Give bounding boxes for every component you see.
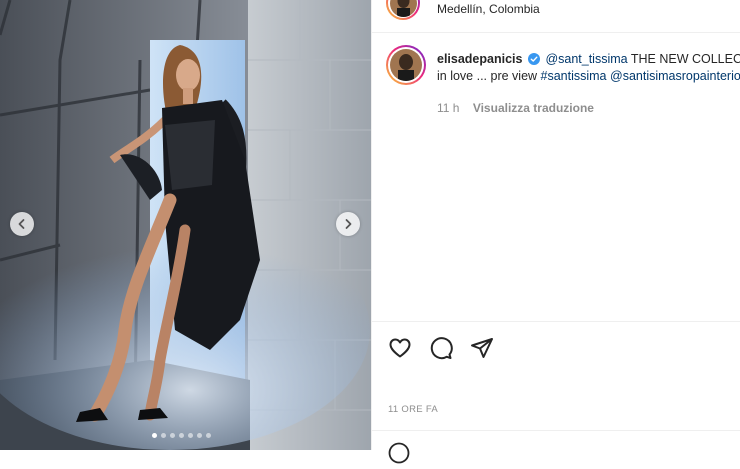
post-sidebar: Medellín, Colombia elisadepanicis @sant_… [371,0,740,464]
carousel-next-button[interactable] [336,212,360,236]
translate-button[interactable]: Visualizza traduzione [473,101,594,115]
comment-button[interactable] [429,336,453,360]
carousel-prev-button[interactable] [10,212,34,236]
chevron-right-icon [345,219,352,229]
caption-avatar[interactable] [386,45,426,85]
post-photo [0,0,371,450]
carousel-indicator [152,433,211,438]
caption-meta: 11 h Visualizza traduzione [437,101,594,115]
actions-divider [372,321,740,322]
carousel-dot [170,433,175,438]
carousel-dot [206,433,211,438]
caption-text: elisadepanicis @sant_tissima THE NEW COL… [437,51,740,85]
header-avatar[interactable] [386,0,420,20]
emoji-button[interactable] [388,442,410,469]
verified-badge-icon [527,53,540,65]
post-time-ago: 11 ORE FA [388,404,439,415]
carousel-dot [179,433,184,438]
emoji-icon [388,442,410,464]
carousel-dot [152,433,157,438]
post-actions [388,336,494,360]
paper-plane-icon [471,338,493,358]
caption-time: 11 h [437,101,460,115]
caption-mention[interactable]: @sant_tissima [545,52,627,66]
share-button[interactable] [470,336,494,360]
heart-icon [389,338,411,358]
caption-username[interactable]: elisadepanicis [437,52,522,66]
caption-hashtag[interactable]: #santissima [541,69,607,83]
header-divider [372,32,740,33]
carousel-dot [161,433,166,438]
carousel-dot [188,433,193,438]
caption-body-2: in love ... pre view [437,69,541,83]
post-location[interactable]: Medellín, Colombia [437,2,540,16]
carousel-dot [197,433,202,438]
like-button[interactable] [388,336,412,360]
caption-body-1: THE NEW COLLECTION [630,52,740,66]
post-header [386,0,420,20]
chevron-left-icon [18,219,25,229]
caption-mention-2[interactable]: @santisimasropainterior [610,69,740,83]
comment-icon [430,337,453,360]
comment-divider [372,430,740,431]
post-media[interactable] [0,0,371,450]
